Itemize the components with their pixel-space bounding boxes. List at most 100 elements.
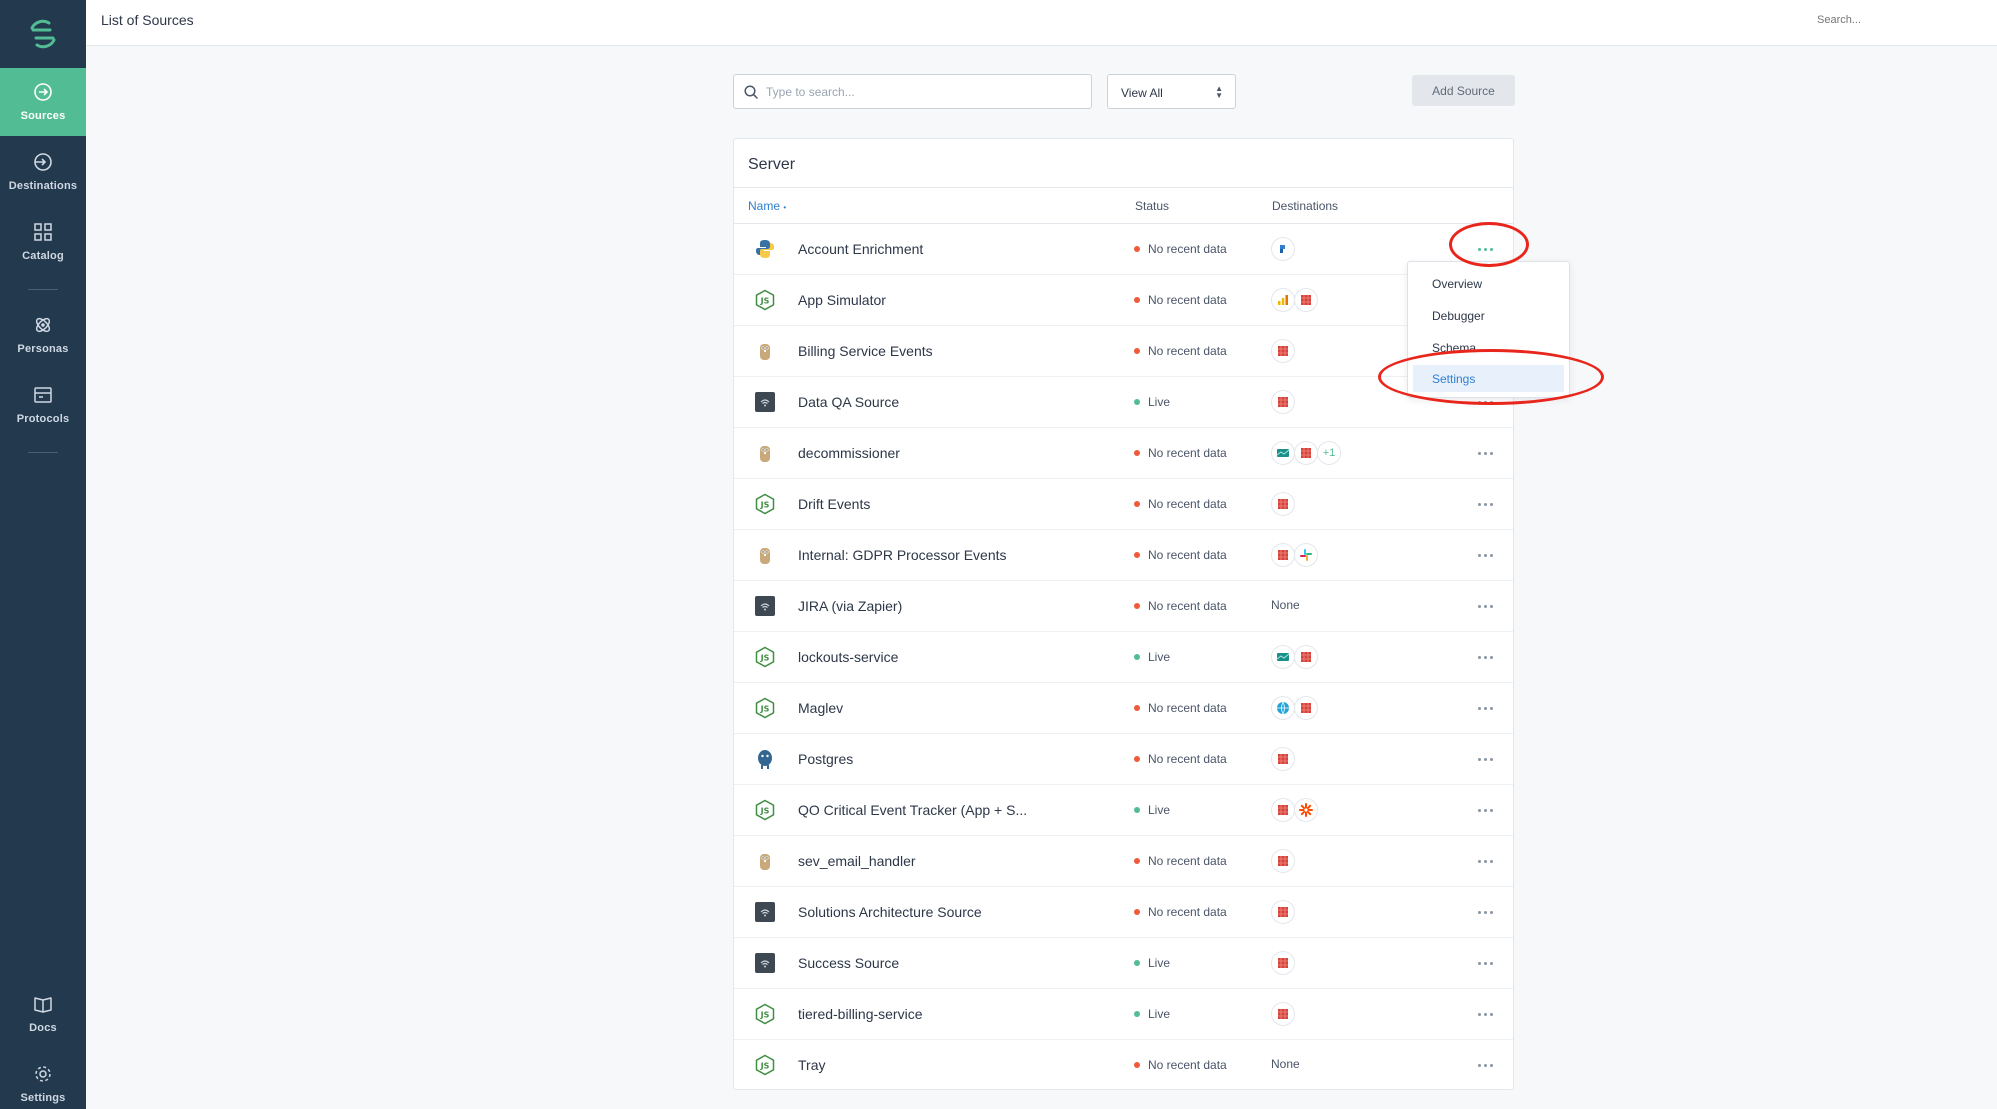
redshift-icon[interactable] — [1271, 849, 1295, 873]
row-actions-menu-button[interactable] — [1473, 1003, 1497, 1025]
sidebar-item-label: Settings — [20, 1092, 66, 1104]
source-name-link[interactable]: Account Enrichment — [798, 241, 923, 257]
row-actions-menu-button[interactable] — [1473, 799, 1497, 821]
status-text: No recent data — [1148, 599, 1227, 613]
row-actions-menu-button[interactable] — [1473, 1054, 1497, 1076]
status-text: No recent data — [1148, 242, 1227, 256]
svg-text:JS: JS — [760, 501, 770, 510]
sidebar-item-destinations[interactable]: Destinations — [0, 138, 86, 206]
redshift-icon[interactable] — [1294, 441, 1318, 465]
source-search-input[interactable] — [766, 84, 1066, 99]
sidebar-item-sources[interactable]: Sources — [0, 68, 86, 136]
bars-icon[interactable] — [1271, 288, 1295, 312]
redshift-icon[interactable] — [1271, 900, 1295, 924]
destinations-list — [1271, 747, 1295, 771]
more-destinations-badge[interactable]: +1 — [1317, 441, 1341, 465]
table-row[interactable]: sev_email_handler No recent data — [734, 836, 1513, 887]
row-actions-menu-button[interactable] — [1473, 748, 1497, 770]
status-text: No recent data — [1148, 905, 1227, 919]
view-filter-value: View All — [1121, 86, 1163, 100]
row-actions-menu-button[interactable] — [1473, 901, 1497, 923]
header-search-input[interactable] — [1817, 14, 1967, 26]
row-actions-menu-button[interactable] — [1473, 646, 1497, 668]
table-row[interactable]: JS Maglev No recent data — [734, 683, 1513, 734]
sidebar-item-personas[interactable]: Personas — [0, 301, 86, 369]
segment-logo[interactable] — [0, 0, 86, 68]
source-name-link[interactable]: Internal: GDPR Processor Events — [798, 547, 1007, 563]
sidebar-item-docs[interactable]: Docs — [0, 980, 86, 1048]
sidebar-item-settings[interactable]: Settings — [0, 1050, 86, 1109]
redshift-icon[interactable] — [1271, 798, 1295, 822]
source-name-link[interactable]: QO Critical Event Tracker (App + S... — [798, 802, 1027, 818]
table-row[interactable]: Postgres No recent data — [734, 734, 1513, 785]
source-name-link[interactable]: Drift Events — [798, 496, 870, 512]
table-row[interactable]: Success Source Live — [734, 938, 1513, 989]
source-name-link[interactable]: decommissioner — [798, 445, 900, 461]
row-actions-menu-button[interactable] — [1473, 442, 1497, 464]
source-name-link[interactable]: App Simulator — [798, 292, 886, 308]
row-actions-menu-button[interactable] — [1473, 493, 1497, 515]
row-actions-menu-button[interactable] — [1473, 952, 1497, 974]
teal-icon[interactable] — [1271, 645, 1295, 669]
table-row[interactable]: Internal: GDPR Processor Events No recent… — [734, 530, 1513, 581]
status-dot-icon — [1134, 501, 1140, 507]
svg-text:JS: JS — [760, 297, 770, 306]
source-name-link[interactable]: lockouts-service — [798, 649, 898, 665]
table-row[interactable]: JS App Simulator No recent data — [734, 275, 1513, 326]
redshift-icon[interactable] — [1271, 543, 1295, 567]
status-text: Live — [1148, 803, 1171, 817]
redshift-icon[interactable] — [1271, 1002, 1295, 1026]
table-row[interactable]: JS Drift Events No recent data — [734, 479, 1513, 530]
table-row[interactable]: JS QO Critical Event Tracker (App + S... L… — [734, 785, 1513, 836]
row-actions-menu-button[interactable] — [1473, 595, 1497, 617]
row-actions-menu-button[interactable] — [1473, 697, 1497, 719]
redshift-icon[interactable] — [1294, 696, 1318, 720]
redshift-icon[interactable] — [1271, 390, 1295, 414]
redshift-icon[interactable] — [1271, 951, 1295, 975]
svg-text:JS: JS — [760, 807, 770, 816]
source-name-link[interactable]: Billing Service Events — [798, 343, 933, 359]
source-name-link[interactable]: Success Source — [798, 955, 899, 971]
redshift-icon[interactable] — [1271, 747, 1295, 771]
source-name-link[interactable]: Solutions Architecture Source — [798, 904, 982, 920]
sidebar-item-catalog[interactable]: Catalog — [0, 208, 86, 276]
row-actions-menu-button[interactable] — [1473, 850, 1497, 872]
source-name-link[interactable]: Postgres — [798, 751, 853, 767]
table-row[interactable]: Solutions Architecture Source No recent d… — [734, 887, 1513, 938]
source-name-link[interactable]: Tray — [798, 1057, 825, 1073]
slack-icon[interactable] — [1294, 543, 1318, 567]
view-filter-select[interactable]: View All ▲ ▼ — [1107, 74, 1236, 109]
menu-item-debugger[interactable]: Debugger — [1413, 302, 1564, 329]
redshift-icon[interactable] — [1294, 645, 1318, 669]
redshift-icon[interactable] — [1294, 288, 1318, 312]
status-badge: No recent data — [1134, 701, 1227, 715]
sidebar-item-protocols[interactable]: Protocols — [0, 371, 86, 439]
source-name-link[interactable]: tiered-billing-service — [798, 1006, 923, 1022]
destinations-list — [1271, 798, 1318, 822]
globe-icon[interactable] — [1271, 696, 1295, 720]
menu-item-overview[interactable]: Overview — [1413, 270, 1564, 297]
table-row[interactable]: JS tiered-billing-service Live — [734, 989, 1513, 1040]
blue-icon[interactable] — [1271, 237, 1295, 261]
table-row[interactable]: JS Tray No recent data None — [734, 1040, 1513, 1091]
table-row[interactable]: decommissioner No recent data +1 — [734, 428, 1513, 479]
column-header-status: Status — [1135, 199, 1170, 213]
status-dot-icon — [1134, 807, 1140, 813]
table-row[interactable]: JS lockouts-service Live — [734, 632, 1513, 683]
zapier-icon[interactable] — [1294, 798, 1318, 822]
source-search-box[interactable] — [733, 74, 1092, 109]
source-name-link[interactable]: sev_email_handler — [798, 853, 916, 869]
source-name-link[interactable]: Maglev — [798, 700, 843, 716]
source-name-link[interactable]: Data QA Source — [798, 394, 899, 410]
redshift-icon[interactable] — [1271, 339, 1295, 363]
table-row[interactable]: Account Enrichment No recent data — [734, 224, 1513, 275]
table-row[interactable]: JIRA (via Zapier) No recent data None — [734, 581, 1513, 632]
row-actions-menu-button[interactable] — [1473, 544, 1497, 566]
teal-icon[interactable] — [1271, 441, 1295, 465]
column-header-name[interactable]: Name • — [748, 199, 786, 213]
redshift-icon[interactable] — [1271, 492, 1295, 516]
add-source-button[interactable]: Add Source — [1412, 75, 1515, 106]
status-badge: No recent data — [1134, 1058, 1227, 1072]
source-name-link[interactable]: JIRA (via Zapier) — [798, 598, 902, 614]
destinations-list: None — [1271, 1053, 1300, 1071]
